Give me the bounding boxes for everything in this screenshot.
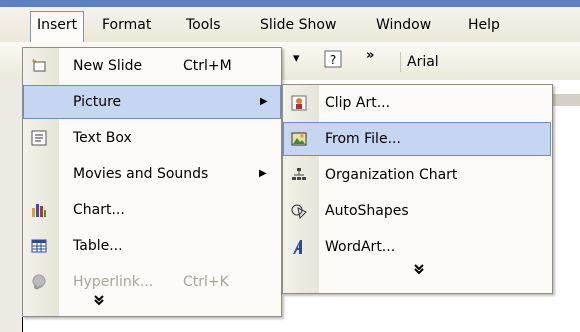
submenu-arrow-icon: ▶ bbox=[260, 96, 268, 107]
toolbar-overflow-button[interactable]: » bbox=[366, 48, 374, 63]
expand-menu-chevron-icon[interactable] bbox=[87, 294, 111, 310]
wordart-icon bbox=[290, 238, 308, 256]
help-icon[interactable]: ? bbox=[324, 50, 342, 72]
menu-item-label: Chart... bbox=[73, 202, 125, 218]
menu-help-label: Help bbox=[468, 17, 500, 33]
left-toolbar-strip bbox=[0, 80, 22, 332]
insert-menu: New Slide Ctrl+M Picture ▶ Text Box Movi… bbox=[22, 47, 282, 317]
menu-slide-show[interactable]: Slide Show bbox=[254, 12, 342, 38]
font-name-value: Arial bbox=[407, 54, 439, 70]
menu-format[interactable]: Format bbox=[96, 12, 157, 38]
chart-icon bbox=[30, 201, 48, 219]
title-bar-edge bbox=[0, 0, 580, 7]
expand-submenu-chevron-icon[interactable] bbox=[407, 263, 431, 279]
menu-item-label: Organization Chart bbox=[325, 167, 458, 183]
menu-window[interactable]: Window bbox=[370, 12, 437, 38]
from-file-icon bbox=[290, 130, 308, 148]
right-pane-header bbox=[553, 94, 580, 106]
menu-item-from-file[interactable]: From File... bbox=[283, 122, 551, 156]
toolbar-dropdown-arrow[interactable]: ▾ bbox=[293, 51, 300, 66]
menu-item-text-box[interactable]: Text Box bbox=[23, 122, 281, 154]
picture-submenu: Clip Art... From File... Organization Ch… bbox=[282, 84, 553, 294]
menu-item-label: WordArt... bbox=[325, 239, 396, 255]
text-box-icon bbox=[30, 129, 48, 147]
hyperlink-icon bbox=[30, 273, 48, 291]
submenu-arrow-icon: ▶ bbox=[259, 168, 267, 179]
menu-item-label: Hyperlink... bbox=[73, 274, 154, 290]
menu-item-organization-chart[interactable]: Organization Chart bbox=[283, 159, 552, 191]
menu-item-label: Text Box bbox=[73, 130, 132, 146]
autoshapes-icon bbox=[290, 202, 308, 220]
menu-item-label: From File... bbox=[325, 131, 401, 147]
right-pane bbox=[553, 80, 580, 332]
menu-item-autoshapes[interactable]: AutoShapes bbox=[283, 195, 552, 227]
menu-item-hyperlink[interactable]: Hyperlink... Ctrl+K bbox=[23, 266, 281, 298]
menu-item-clip-art[interactable]: Clip Art... bbox=[283, 87, 552, 119]
menu-item-label: Clip Art... bbox=[325, 95, 391, 111]
menu-item-label: New Slide bbox=[73, 58, 143, 74]
menu-window-label: Window bbox=[376, 17, 432, 33]
org-chart-icon bbox=[290, 166, 308, 184]
menu-item-wordart[interactable]: WordArt... bbox=[283, 231, 552, 263]
menu-item-chart[interactable]: Chart... bbox=[23, 194, 281, 226]
menu-bar: Insert Format Tools Slide Show Window He… bbox=[0, 0, 580, 43]
table-icon bbox=[30, 237, 48, 255]
menu-insert-label: Insert bbox=[37, 17, 78, 33]
menu-item-label: Table... bbox=[73, 238, 123, 254]
svg-text:?: ? bbox=[330, 53, 336, 67]
menu-tools-label: Tools bbox=[186, 17, 221, 33]
menu-item-accelerator: Ctrl+K bbox=[183, 274, 229, 290]
menu-tools[interactable]: Tools bbox=[180, 12, 227, 38]
font-name-box[interactable]: Arial bbox=[400, 52, 580, 72]
menu-item-new-slide[interactable]: New Slide Ctrl+M bbox=[23, 50, 281, 82]
menu-item-label: Picture bbox=[73, 94, 122, 110]
menu-slide-show-label: Slide Show bbox=[260, 17, 337, 33]
menu-help[interactable]: Help bbox=[462, 12, 506, 38]
menu-item-picture[interactable]: Picture ▶ bbox=[23, 85, 281, 119]
menu-item-label: AutoShapes bbox=[325, 203, 409, 219]
menu-format-label: Format bbox=[102, 17, 152, 33]
clip-art-icon bbox=[290, 94, 308, 112]
menu-insert[interactable]: Insert bbox=[30, 11, 85, 42]
menu-item-movies-and-sounds[interactable]: Movies and Sounds ▶ bbox=[23, 158, 281, 190]
menu-item-accelerator: Ctrl+M bbox=[183, 58, 232, 74]
menu-item-table[interactable]: Table... bbox=[23, 230, 281, 262]
new-slide-icon bbox=[30, 57, 48, 75]
menu-item-label: Movies and Sounds bbox=[73, 166, 209, 182]
